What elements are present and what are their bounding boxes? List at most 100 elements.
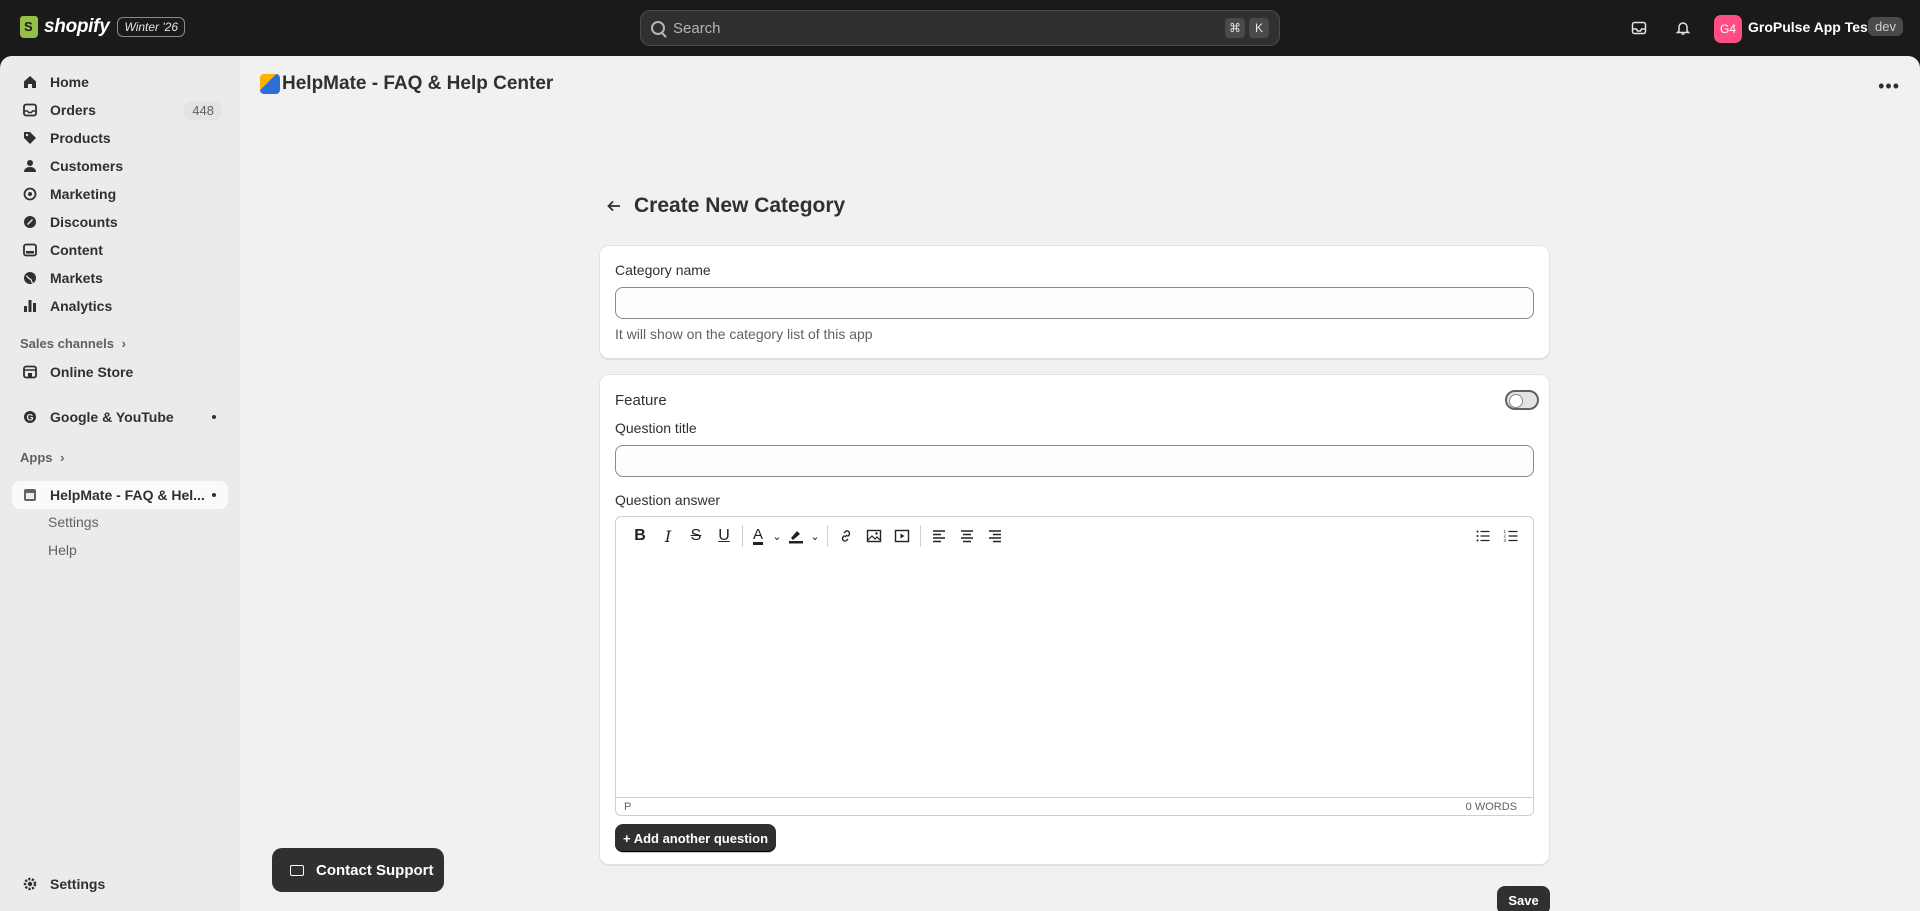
- toolbar-divider: [920, 525, 921, 547]
- sidebar-item-analytics[interactable]: Analytics: [12, 292, 228, 320]
- tag-icon: [22, 130, 38, 146]
- element-path[interactable]: P: [624, 801, 631, 813]
- google-icon: G: [22, 409, 38, 425]
- toolbar-divider: [827, 525, 828, 547]
- bar-chart-icon: [22, 298, 38, 314]
- app-icon: [22, 487, 38, 503]
- app-title: HelpMate - FAQ & Help Center: [282, 73, 554, 94]
- chevron-down-icon[interactable]: ⌄: [769, 522, 785, 550]
- bell-icon[interactable]: [1672, 17, 1694, 39]
- question-answer-label: Question answer: [615, 492, 721, 508]
- sidebar-item-google-youtube[interactable]: G Google & YouTube: [12, 403, 228, 431]
- text-color-icon[interactable]: A: [747, 522, 769, 550]
- bold-icon[interactable]: B: [626, 522, 654, 550]
- underline-icon[interactable]: U: [710, 522, 738, 550]
- save-button[interactable]: Save: [1497, 886, 1550, 911]
- sidebar-item-label: Marketing: [50, 186, 117, 202]
- sidebar-item-discounts[interactable]: Discounts: [12, 208, 228, 236]
- sidebar: Home Orders 448 Products Customers Marke…: [0, 56, 240, 911]
- page-title: Create New Category: [634, 194, 846, 217]
- target-icon: [22, 186, 38, 202]
- orders-icon: [22, 102, 38, 118]
- bullet-list-icon[interactable]: [1469, 522, 1497, 550]
- sidebar-item-content[interactable]: Content: [12, 236, 228, 264]
- editor-content-area[interactable]: [616, 555, 1533, 801]
- inbox-icon[interactable]: [1628, 17, 1650, 39]
- sidebar-item-label: Google & YouTube: [50, 409, 174, 425]
- sidebar-item-label: Discounts: [50, 214, 118, 230]
- toolbar-divider: [742, 525, 743, 547]
- shopify-bag-icon: [20, 16, 38, 38]
- sidebar-item-label: Markets: [50, 270, 103, 286]
- rich-text-editor: B I S U A ⌄ ⌄ 1 2 3 P 0 WORDS: [615, 516, 1534, 816]
- link-icon[interactable]: [832, 522, 860, 550]
- svg-text:3: 3: [1504, 538, 1507, 543]
- sidebar-item-label: Orders: [50, 102, 96, 118]
- feature-label: Feature: [615, 392, 667, 409]
- mail-icon: [290, 864, 304, 876]
- contact-support-button[interactable]: Contact Support: [272, 848, 444, 892]
- store-avatar[interactable]: G4: [1714, 15, 1742, 43]
- globe-icon: [22, 270, 38, 286]
- gear-icon: [22, 876, 38, 892]
- strikethrough-icon[interactable]: S: [682, 522, 710, 550]
- question-title-label: Question title: [615, 420, 697, 436]
- discount-icon: [22, 214, 38, 230]
- sidebar-item-products[interactable]: Products: [12, 124, 228, 152]
- category-name-label: Category name: [615, 262, 711, 278]
- back-arrow-icon[interactable]: [600, 192, 628, 220]
- highlight-color-icon[interactable]: [785, 522, 807, 550]
- italic-icon[interactable]: I: [654, 522, 682, 550]
- video-icon[interactable]: [888, 522, 916, 550]
- question-title-input[interactable]: [615, 445, 1534, 477]
- shopify-logo[interactable]: shopify Winter '26: [20, 16, 186, 38]
- sidebar-item-online-store[interactable]: Online Store: [12, 358, 228, 386]
- sidebar-item-home[interactable]: Home: [12, 68, 228, 96]
- store-name[interactable]: GroPulse App Test 4: [1748, 19, 1884, 35]
- brand-name: shopify: [44, 16, 110, 37]
- sidebar-item-label: Home: [50, 74, 89, 90]
- sidebar-subitem-help[interactable]: Help: [48, 542, 77, 558]
- image-icon[interactable]: [860, 522, 888, 550]
- chevron-down-icon[interactable]: ⌄: [807, 522, 823, 550]
- contact-support-label: Contact Support: [316, 861, 434, 879]
- shortcut-key-cmd: ⌘: [1225, 18, 1245, 38]
- helpmate-logo-icon: [260, 74, 280, 94]
- align-center-icon[interactable]: [953, 522, 981, 550]
- sales-channels-heading[interactable]: Sales channels ›: [20, 336, 126, 351]
- sidebar-item-marketing[interactable]: Marketing: [12, 180, 228, 208]
- page-header: Create New Category: [600, 192, 845, 220]
- top-bar: shopify Winter '26 Search ⌘ K G4 GroPuls…: [0, 0, 1920, 56]
- align-right-icon[interactable]: [981, 522, 1009, 550]
- category-name-help: It will show on the category list of thi…: [615, 326, 873, 342]
- category-name-card: Category name It will show on the catego…: [599, 245, 1550, 359]
- apps-label: Apps: [20, 450, 53, 465]
- apps-heading[interactable]: Apps ›: [20, 450, 64, 465]
- add-another-question-button[interactable]: + Add another question: [615, 824, 776, 852]
- search-bar[interactable]: Search ⌘ K: [640, 10, 1280, 46]
- env-badge: dev: [1868, 17, 1903, 36]
- content-icon: [22, 242, 38, 258]
- sidebar-item-settings[interactable]: Settings: [12, 870, 228, 898]
- sidebar-item-customers[interactable]: Customers: [12, 152, 228, 180]
- status-dot: [212, 493, 216, 497]
- person-icon: [22, 158, 38, 174]
- sidebar-subitem-settings[interactable]: Settings: [48, 514, 99, 530]
- category-name-input[interactable]: [615, 287, 1534, 319]
- main-area: HelpMate - FAQ & Help Center ••• Create …: [240, 56, 1920, 911]
- numbered-list-icon[interactable]: 123: [1497, 522, 1525, 550]
- sidebar-item-label: HelpMate - FAQ & Hel...: [50, 487, 205, 503]
- align-left-icon[interactable]: [925, 522, 953, 550]
- search-placeholder: Search: [673, 19, 721, 37]
- sidebar-item-orders[interactable]: Orders 448: [12, 96, 228, 124]
- sidebar-item-label: Customers: [50, 158, 124, 174]
- feature-toggle[interactable]: [1505, 390, 1539, 410]
- chevron-right-icon: ›: [121, 336, 126, 351]
- sidebar-item-markets[interactable]: Markets: [12, 264, 228, 292]
- app-title-bar: HelpMate - FAQ & Help Center •••: [240, 56, 1920, 112]
- word-count[interactable]: 0 WORDS: [1466, 801, 1517, 813]
- sidebar-item-label: Settings: [50, 876, 106, 892]
- edition-badge: Winter '26: [117, 17, 186, 37]
- more-actions-icon[interactable]: •••: [1878, 76, 1900, 97]
- sidebar-item-helpmate[interactable]: HelpMate - FAQ & Hel...: [12, 481, 228, 509]
